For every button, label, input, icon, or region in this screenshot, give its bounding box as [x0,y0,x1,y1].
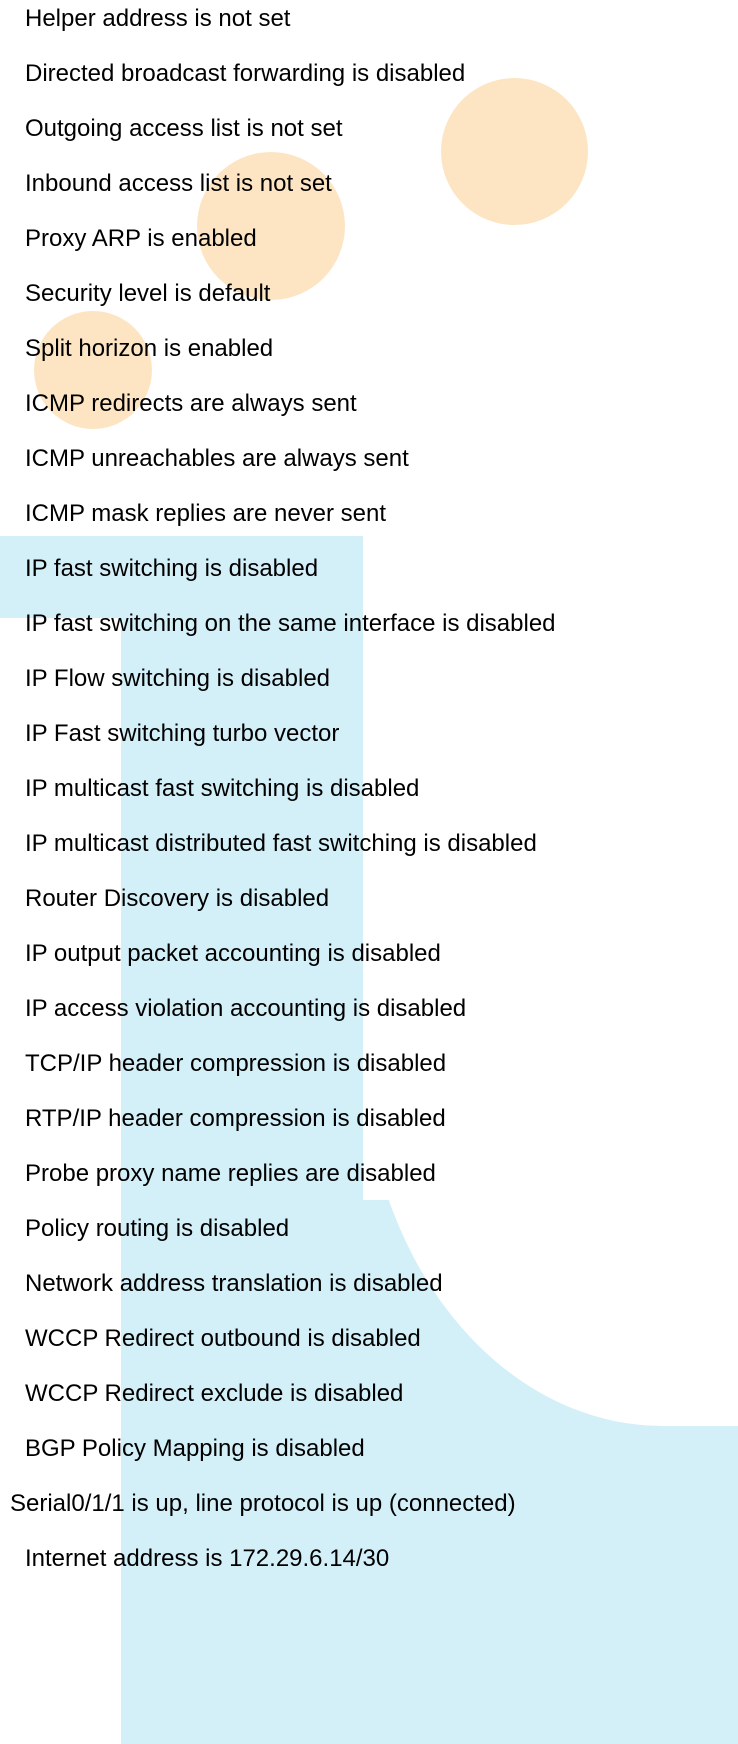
config-line: ICMP mask replies are never sent [25,500,387,527]
config-line: Network address translation is disabled [25,1270,443,1297]
config-line: WCCP Redirect exclude is disabled [25,1380,404,1407]
config-line: BGP Policy Mapping is disabled [25,1435,365,1462]
config-line: IP multicast distributed fast switching … [25,830,537,857]
config-line: IP Flow switching is disabled [25,665,331,692]
config-line: Inbound access list is not set [25,170,332,197]
config-line: Outgoing access list is not set [25,115,343,142]
config-line: ICMP unreachables are always sent [25,445,409,472]
config-line: Split horizon is enabled [25,335,274,362]
config-line: ICMP redirects are always sent [25,390,357,417]
config-line: IP Fast switching turbo vector [25,720,340,747]
internet-address-line: Internet address is 172.29.6.14/30 [25,1545,390,1572]
decorative-orange-circle-large [441,78,588,225]
config-line: IP fast switching on the same interface … [25,610,556,637]
interface-status-line: Serial0/1/1 is up, line protocol is up (… [10,1490,516,1517]
config-line: Policy routing is disabled [25,1215,290,1242]
config-line: RTP/IP header compression is disabled [25,1105,446,1132]
config-line: TCP/IP header compression is disabled [25,1050,447,1077]
config-line: IP access violation accounting is disabl… [25,995,467,1022]
config-line: Helper address is not set [25,5,291,32]
config-line: WCCP Redirect outbound is disabled [25,1325,421,1352]
config-line: IP multicast fast switching is disabled [25,775,420,802]
config-line: IP output packet accounting is disabled [25,940,441,967]
config-line: Security level is default [25,280,271,307]
config-line: IP fast switching is disabled [25,555,319,582]
config-line: Probe proxy name replies are disabled [25,1160,436,1187]
config-line: Directed broadcast forwarding is disable… [25,60,466,87]
config-line: Router Discovery is disabled [25,885,330,912]
config-line: Proxy ARP is enabled [25,225,257,252]
